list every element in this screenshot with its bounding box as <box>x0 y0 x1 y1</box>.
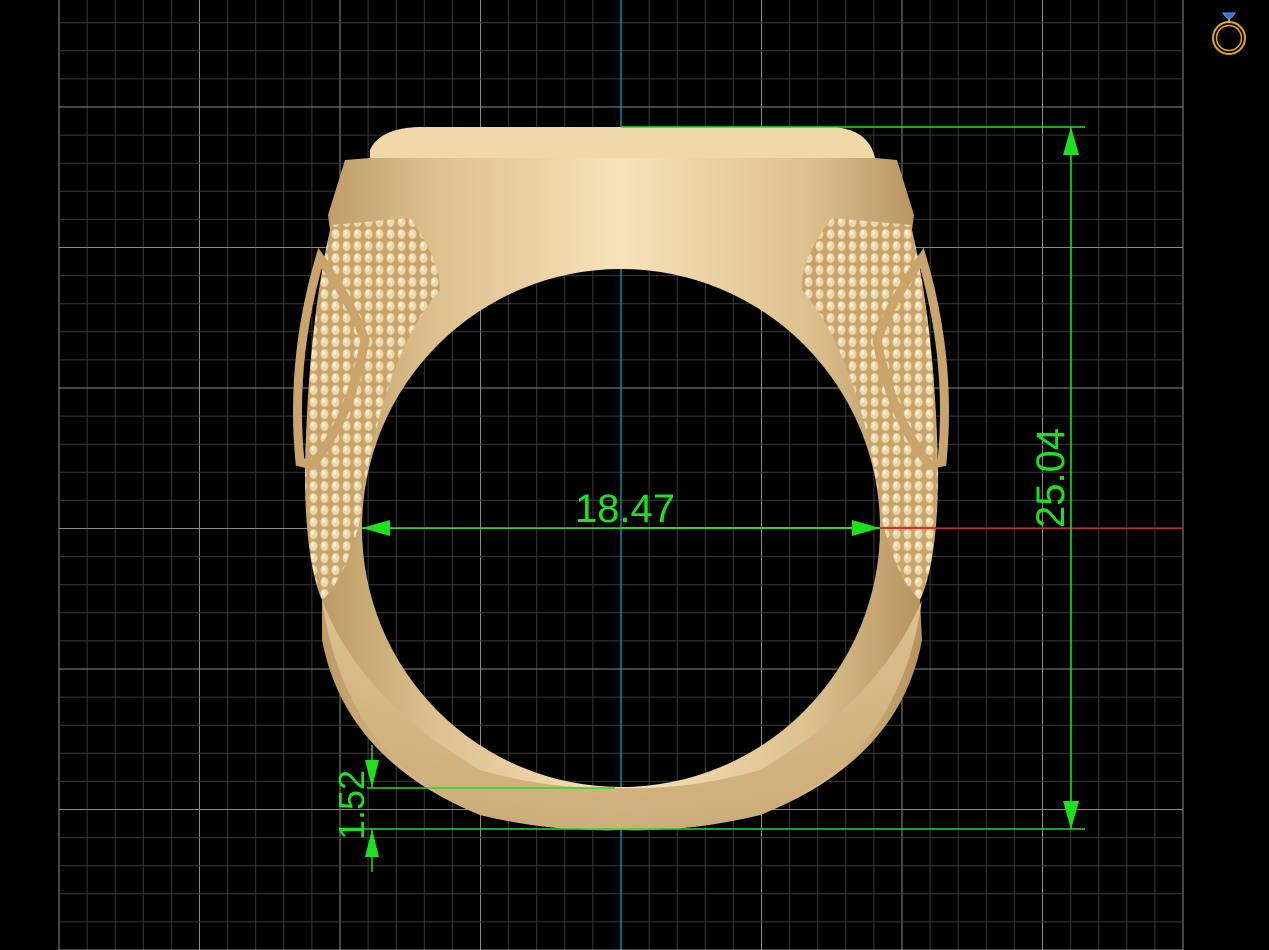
ring-icon[interactable] <box>1212 12 1246 55</box>
3d-viewport[interactable]: 18.47 25.04 1.52 <box>0 0 1269 950</box>
dimension-label-diameter: 18.47 <box>575 487 675 531</box>
diamond-icon <box>1222 12 1236 20</box>
ring-model[interactable] <box>293 127 949 831</box>
dimension-label-thickness: 1.52 <box>331 770 372 840</box>
arrow-up-icon <box>1063 127 1079 155</box>
viewport-canvas[interactable]: 18.47 25.04 1.52 <box>0 0 1269 950</box>
arrow-down-icon <box>1063 801 1079 829</box>
ring-top-plate <box>370 127 875 158</box>
dimension-label-height: 25.04 <box>1029 428 1073 528</box>
